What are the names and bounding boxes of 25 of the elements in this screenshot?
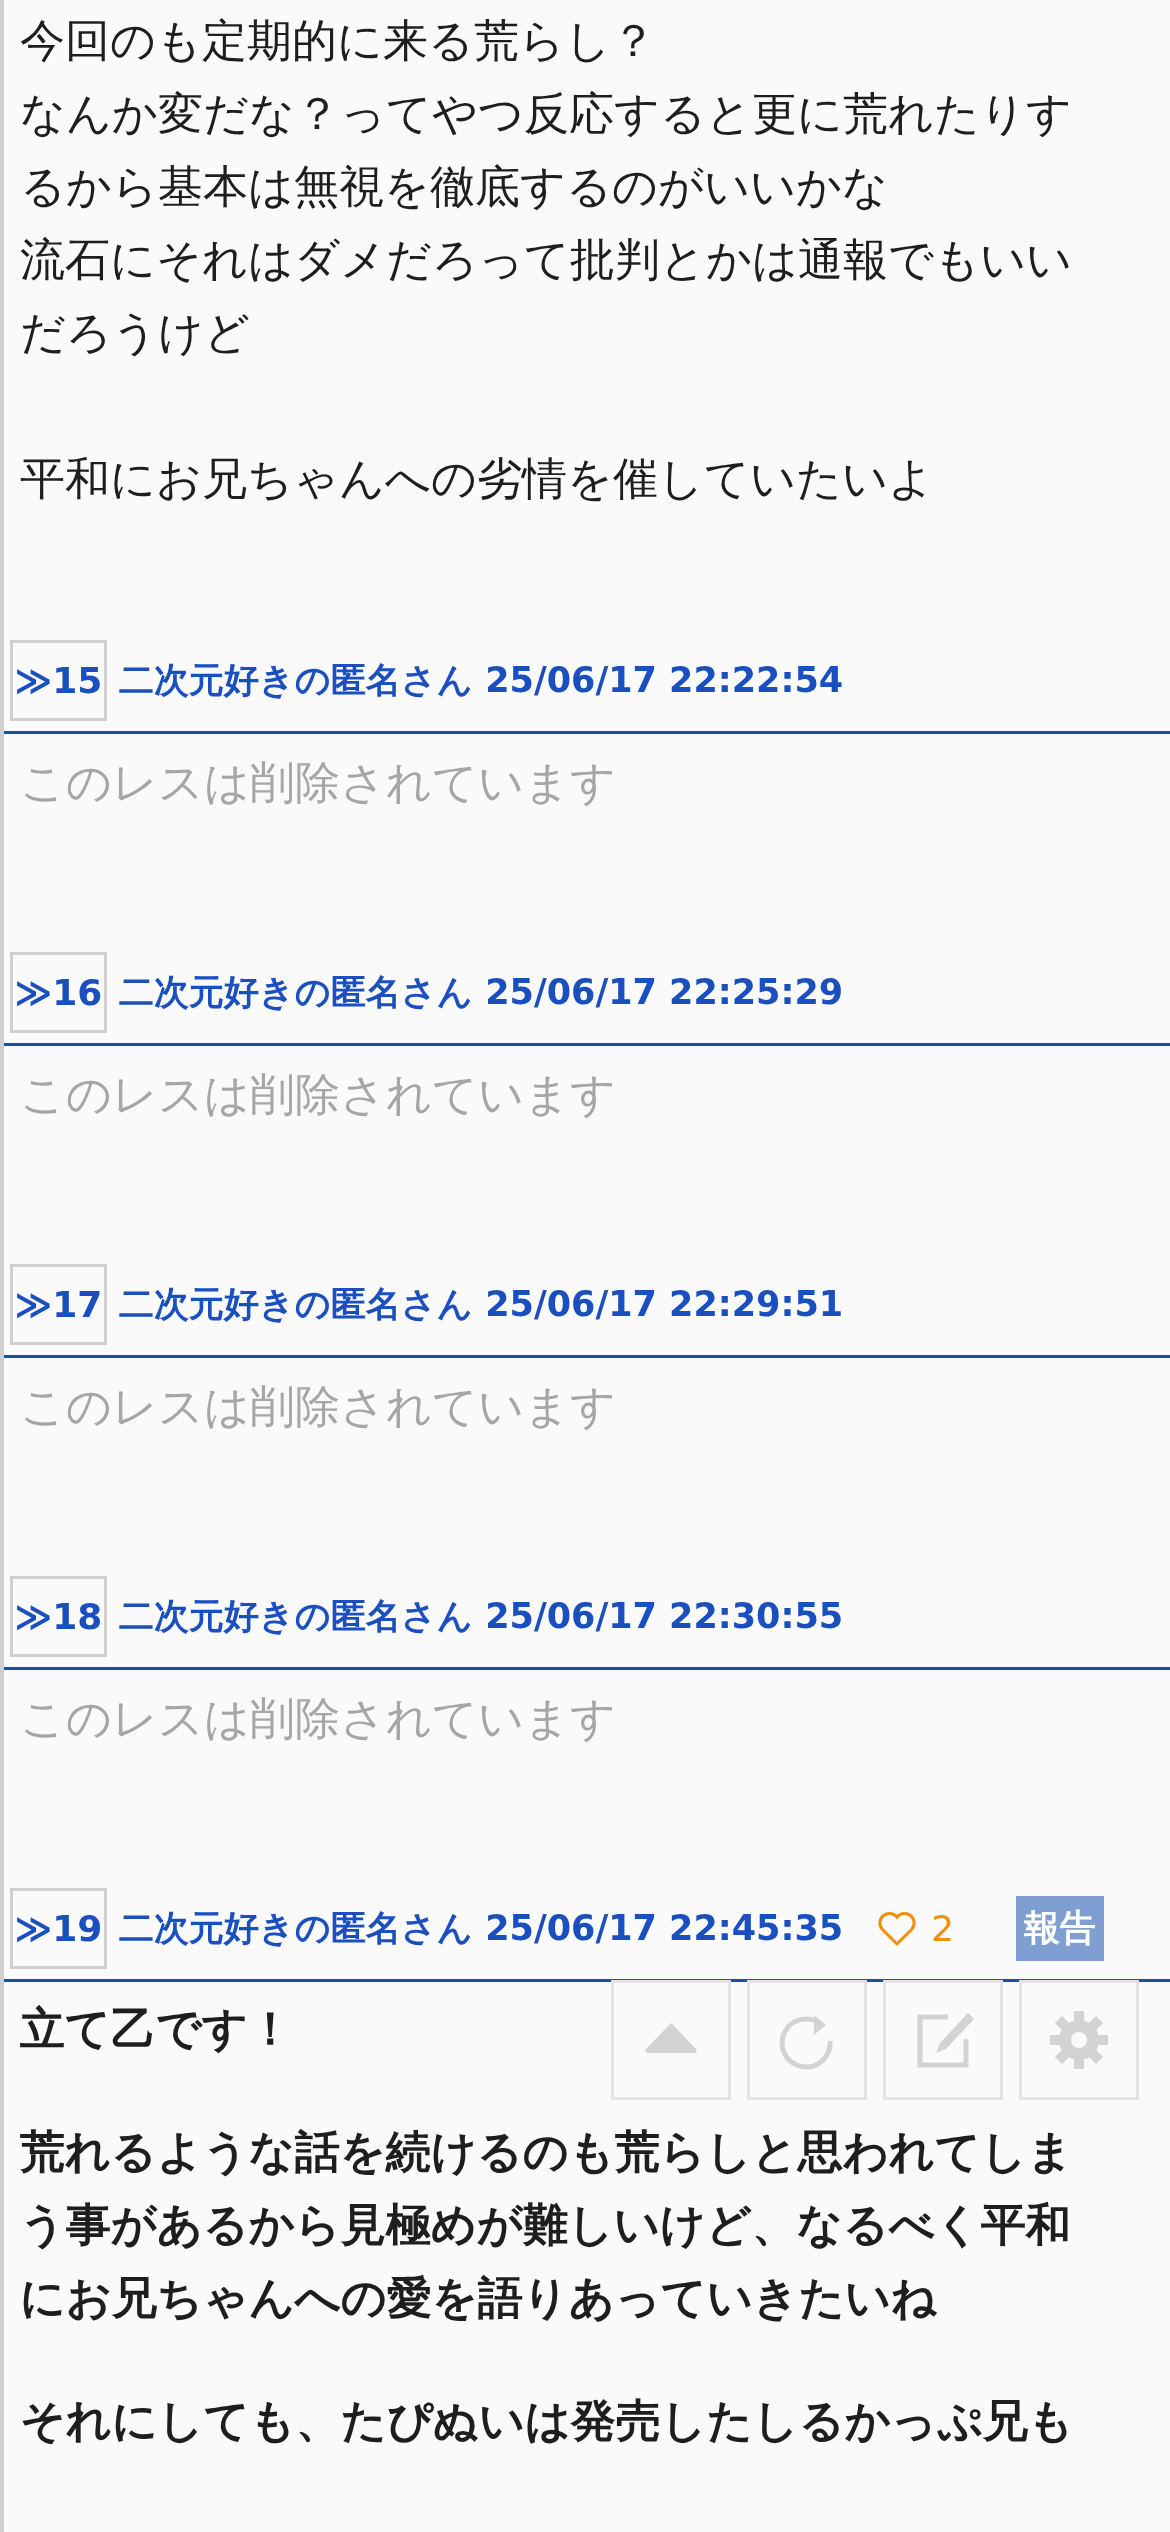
reply-number-link[interactable]: ≫15	[10, 640, 107, 721]
post-text: それにしても、たぴぬいは発売したしるかっぷ兄も	[20, 2393, 1074, 2449]
author-timestamp: 二次元好きの匿名さん 25/06/17 22:22:54	[119, 659, 844, 702]
reload-button[interactable]	[747, 1980, 867, 2100]
post-text: 立て乙です！	[20, 2001, 293, 2057]
up-arrow-button[interactable]	[611, 1980, 731, 2100]
reply-number-link[interactable]: ≫17	[10, 1264, 107, 1345]
author-timestamp: 二次元好きの匿名さん 25/06/17 22:45:35	[119, 1907, 844, 1950]
deleted-message: このレスは削除されています	[20, 1691, 616, 1747]
edit-button[interactable]	[883, 1980, 1003, 2100]
post-text: 平和にお兄ちゃんへの劣情を催していたいよ	[20, 451, 934, 507]
deleted-message: このレスは削除されています	[20, 755, 616, 811]
reply-number-link[interactable]: ≫19	[10, 1888, 107, 1969]
author-timestamp: 二次元好きの匿名さん 25/06/17 22:30:55	[119, 1595, 844, 1638]
deleted-message: このレスは削除されています	[20, 1067, 616, 1123]
author-timestamp: 二次元好きの匿名さん 25/06/17 22:29:51	[119, 1283, 844, 1326]
post-text: 今回のも定期的に来る荒らし？ なんか変だな？ってやつ反応すると更に荒れたりす るから基本は無視を徹底するのがいいかな 流石にそれはダメだろって批判とかは通報でもいい だろうけど	[20, 13, 1072, 361]
reply-number-link[interactable]: ≫16	[10, 952, 107, 1033]
deleted-message: このレスは削除されています	[20, 1379, 616, 1435]
settings-button[interactable]	[1019, 1980, 1139, 2100]
author-timestamp: 二次元好きの匿名さん 25/06/17 22:25:29	[119, 971, 844, 1014]
like-count: 2	[931, 1908, 955, 1949]
heart-icon	[877, 1910, 918, 1947]
reply-number-link[interactable]: ≫18	[10, 1576, 107, 1657]
post-text: 荒れるような話を続けるのも荒らしと思われてしま う事があるから見極めが難しいけど、なるべく平和 にお兄ちゃんへの愛を語りあっていきたいね	[20, 2124, 1073, 2326]
